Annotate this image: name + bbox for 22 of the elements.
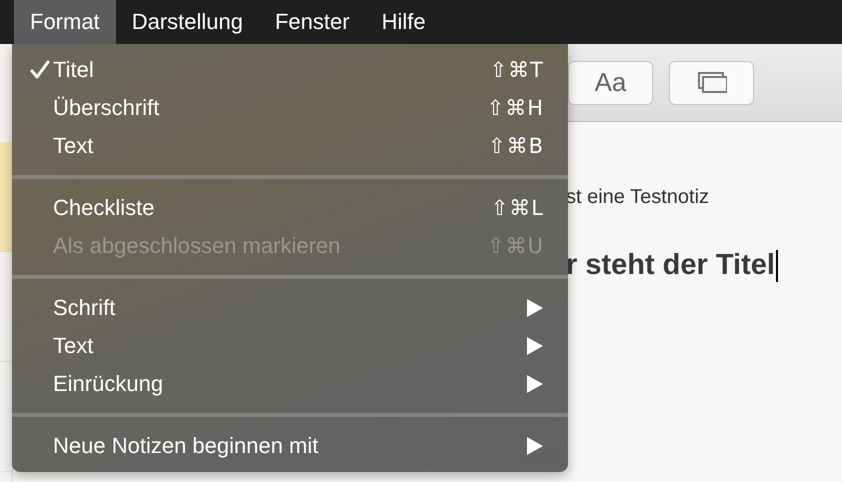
menu-item[interactable]: Titel ⇧⌘T bbox=[12, 51, 568, 89]
menu-item[interactable]: Einrückung bbox=[12, 365, 568, 403]
submenu-arrow-icon bbox=[527, 437, 543, 455]
text-cursor bbox=[776, 250, 778, 282]
menu-item[interactable]: Checkliste ⇧⌘L bbox=[12, 189, 568, 227]
submenu-arrow-icon bbox=[527, 375, 543, 393]
menu-bar-item[interactable]: Hilfe bbox=[366, 0, 442, 44]
submenu-arrow-icon bbox=[527, 337, 543, 355]
menu-item[interactable]: Überschrift ⇧⌘H bbox=[12, 89, 568, 127]
menu-item[interactable]: Neue Notizen beginnen mit bbox=[12, 427, 568, 465]
menu-item[interactable]: Schrift bbox=[12, 289, 568, 327]
menu-bar-item[interactable]: Fenster bbox=[258, 0, 366, 44]
menu-item[interactable]: Text ⇧⌘B bbox=[12, 127, 568, 165]
note-title: r steht der Titel bbox=[566, 249, 775, 282]
windows-button[interactable] bbox=[669, 60, 754, 104]
submenu-arrow-icon bbox=[527, 299, 543, 317]
note-list-item[interactable] bbox=[0, 142, 12, 252]
menu-bar-item[interactable]: Darstellung bbox=[116, 0, 259, 44]
windows-icon bbox=[696, 72, 726, 94]
font-button[interactable]: Aa bbox=[568, 60, 653, 104]
menu-item[interactable]: Text bbox=[12, 327, 568, 365]
menu-bar-item[interactable]: Format bbox=[14, 0, 116, 44]
